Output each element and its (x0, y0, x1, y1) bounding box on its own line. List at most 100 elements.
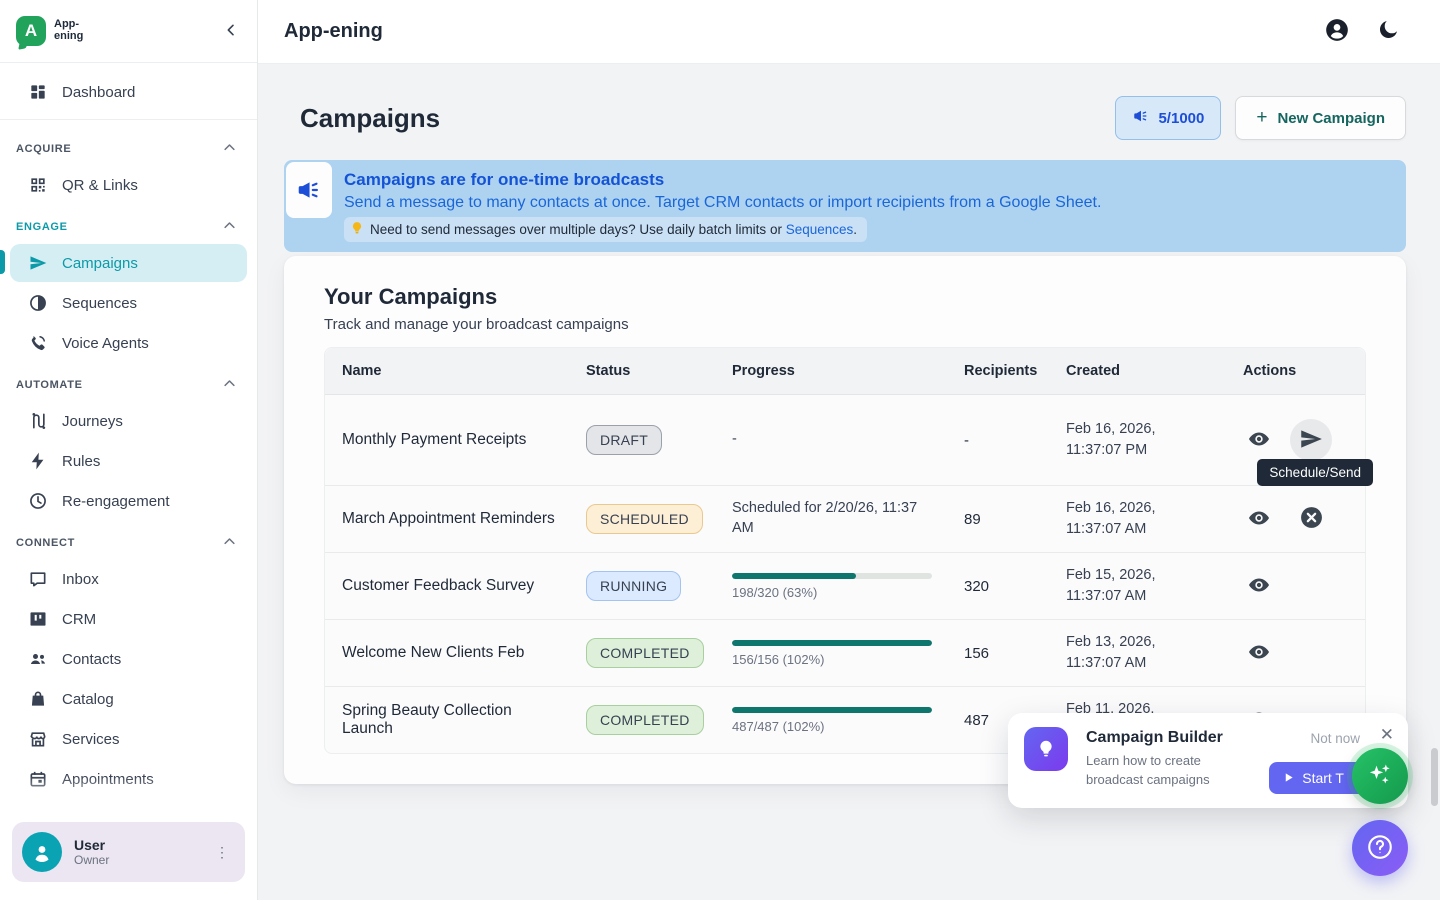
sidebar-item-re-engagement[interactable]: Re-engagement (10, 482, 247, 520)
sidebar-item-qr-links[interactable]: QR & Links (10, 166, 247, 204)
created-date: Feb 16, 2026, 11:37:07 AM (1049, 486, 1199, 552)
progress-label: 487/487 (102%) (732, 719, 932, 734)
topbar: App-ening (258, 0, 1440, 64)
sidebar-item-voice-agents[interactable]: Voice Agents (10, 324, 247, 362)
actions-cell (1226, 553, 1369, 619)
user-meta: User Owner (74, 837, 197, 867)
chevron-up-icon (222, 534, 237, 552)
sidebar-collapse-button[interactable] (223, 22, 239, 41)
sequences-link[interactable]: Sequences (786, 222, 854, 237)
lightbulb-toast-icon (1024, 727, 1068, 771)
progress-text: - (732, 430, 937, 450)
section-label: AUTOMATE (16, 379, 83, 391)
sidebar-item-catalog[interactable]: Catalog (10, 680, 247, 718)
moon-icon (1376, 18, 1400, 45)
campaign-name: March Appointment Reminders (325, 498, 569, 540)
sidebar-header: A App- ening (0, 0, 257, 63)
column-header-progress: Progress (715, 348, 947, 394)
recipients-count: - (947, 408, 1049, 473)
user-role: Owner (74, 853, 197, 867)
user-avatar (22, 832, 62, 872)
section-label: CONNECT (16, 537, 75, 549)
column-header-actions: Actions (1226, 348, 1369, 394)
campaign-name: Customer Feedback Survey (325, 565, 569, 607)
sidebar-item-label: Appointments (62, 771, 154, 788)
sidebar-item-appointments[interactable]: Appointments (10, 760, 247, 798)
view-button[interactable] (1238, 419, 1280, 461)
eye-icon (1247, 427, 1271, 454)
dark-mode-toggle[interactable] (1376, 18, 1400, 45)
sidebar-item-sequences[interactable]: Sequences (10, 284, 247, 322)
topbar-actions (1324, 17, 1400, 46)
sidebar-item-label: Contacts (62, 651, 121, 668)
user-card[interactable]: User Owner ⋮ (12, 822, 245, 882)
banner-tip: Need to send messages over multiple days… (344, 217, 867, 242)
sidebar-item-inbox[interactable]: Inbox (10, 560, 247, 598)
progress-cell: 156/156 (102%) (715, 628, 947, 679)
sidebar-item-campaigns[interactable]: Campaigns (10, 244, 247, 282)
sidebar-item-contacts[interactable]: Contacts (10, 640, 247, 678)
status-badge: SCHEDULED (586, 504, 703, 534)
actions-cell (1226, 486, 1369, 552)
user-circle-icon (1324, 17, 1350, 46)
card-title: Your Campaigns (324, 284, 1366, 310)
help-fab[interactable] (1352, 820, 1408, 876)
chevron-left-icon (223, 22, 239, 41)
progress-bar (732, 640, 932, 646)
campaign-builder-toast: Campaign Builder Learn how to create bro… (1008, 713, 1408, 808)
view-button[interactable] (1238, 632, 1280, 674)
view-button[interactable] (1238, 498, 1280, 540)
sidebar-nav: Dashboard ACQUIREQR & LinksENGAGECampaign… (0, 63, 257, 811)
sidebar-item-crm[interactable]: CRM (10, 600, 247, 638)
user-menu-button[interactable]: ⋮ (209, 846, 235, 858)
account-button[interactable] (1324, 17, 1350, 46)
sidebar-item-dashboard[interactable]: Dashboard (10, 73, 247, 111)
sidebar-item-rules[interactable]: Rules (10, 442, 247, 480)
sidebar-section-connect[interactable]: CONNECT (0, 522, 257, 558)
sidebar-item-label: Services (62, 731, 120, 748)
campaigns-table: NameStatusProgressRecipientsCreatedActio… (324, 347, 1366, 754)
chevron-up-icon (222, 218, 237, 236)
sidebar-section-engage[interactable]: ENGAGE (0, 206, 257, 242)
chevron-up-icon (222, 140, 237, 158)
actions-cell (1226, 620, 1369, 686)
campaign-quota-badge[interactable]: 5/1000 (1115, 96, 1221, 140)
voice-icon (28, 333, 48, 353)
toast-close-button[interactable]: ✕ (1380, 725, 1394, 745)
status-badge: RUNNING (586, 571, 681, 601)
eye-icon (1247, 506, 1271, 533)
sidebar-section-automate[interactable]: AUTOMATE (0, 364, 257, 400)
view-button[interactable] (1238, 565, 1280, 607)
cancel-icon (1299, 505, 1324, 533)
send-action-icon (1298, 426, 1324, 455)
not-now-button[interactable]: Not now (1310, 731, 1360, 746)
contacts-icon (28, 649, 48, 669)
schedule-send-button[interactable] (1290, 419, 1332, 461)
created-date: Feb 15, 2026, 11:37:07 AM (1049, 553, 1199, 619)
close-icon: ✕ (1380, 725, 1394, 744)
actions-cell: Schedule/Send (1226, 395, 1369, 485)
qr-icon (28, 175, 48, 195)
new-campaign-button[interactable]: + New Campaign (1235, 96, 1406, 140)
cancel-button[interactable] (1290, 498, 1332, 540)
progress-cell: 198/320 (63%) (715, 561, 947, 612)
table-row: Monthly Payment ReceiptsDRAFT--Feb 16, 2… (325, 395, 1365, 486)
ai-assistant-fab[interactable] (1352, 748, 1408, 804)
eye-icon (1247, 640, 1271, 667)
banner-title: Campaigns are for one-time broadcasts (344, 170, 1390, 190)
campaign-name: Monthly Payment Receipts (325, 407, 569, 473)
campaign-name: Spring Beauty Collection Launch (325, 690, 569, 750)
play-icon (1283, 770, 1294, 786)
column-header-status: Status (569, 348, 715, 394)
sidebar-section-acquire[interactable]: ACQUIRE (0, 128, 257, 164)
recipients-count: 89 (947, 499, 1049, 540)
lightbulb-icon (350, 220, 364, 239)
eye-icon (1247, 573, 1271, 600)
column-header-name: Name (325, 348, 569, 394)
sidebar-item-services[interactable]: Services (10, 720, 247, 758)
scrollbar-thumb[interactable] (1431, 748, 1438, 806)
column-header-created: Created (1049, 348, 1226, 394)
sidebar-item-journeys[interactable]: Journeys (10, 402, 247, 440)
page-header-actions: 5/1000 + New Campaign (1115, 96, 1406, 140)
banner-tip-text: Need to send messages over multiple days… (370, 222, 857, 237)
